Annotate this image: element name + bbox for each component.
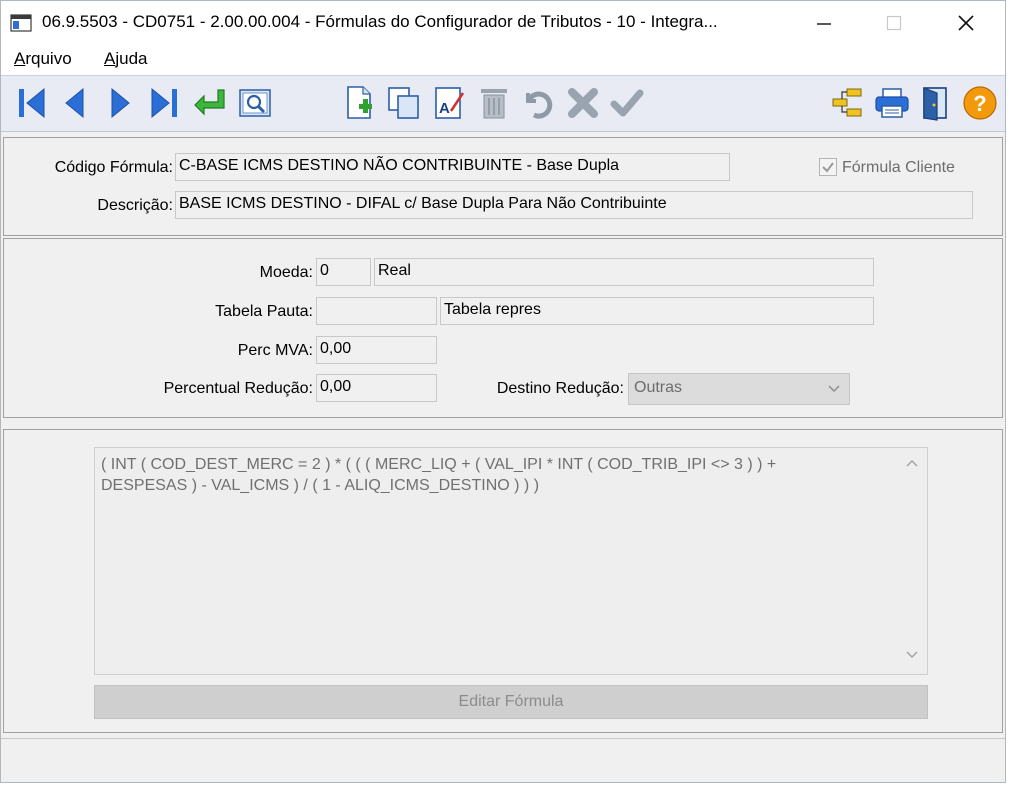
cancel-icon[interactable] (564, 84, 602, 122)
svg-text:A: A (439, 100, 450, 117)
chevron-down-icon (827, 381, 841, 400)
window-title: 06.9.5503 - CD0751 - 2.00.00.004 - Fórmu… (42, 12, 718, 31)
confirm-icon[interactable] (608, 84, 646, 122)
goto-icon[interactable] (191, 84, 229, 122)
tabela-pauta-name-field: Tabela repres (440, 297, 874, 325)
percentual-reducao-field[interactable]: 0,00 (316, 374, 437, 402)
perc-mva-label: Perc MVA: (237, 342, 313, 359)
app-window-icon (10, 14, 32, 32)
zoom-icon[interactable] (236, 84, 274, 122)
title-bar[interactable]: 06.9.5503 - CD0751 - 2.00.00.004 - Fórmu… (1, 1, 1005, 45)
new-icon[interactable] (341, 84, 379, 122)
modify-icon[interactable]: A (431, 84, 469, 122)
formula-text: ( INT ( COD_DEST_MERC = 2 ) * ( ( ( MERC… (101, 456, 777, 494)
menu-bar: Arquivo Ajuda (1, 45, 1005, 75)
formula-cliente-label: Fórmula Cliente (842, 159, 955, 176)
params-panel: Moeda: 0 Real Tabela Pauta: Tabela repre… (3, 238, 1003, 418)
formula-panel: ( INT ( COD_DEST_MERC = 2 ) * ( ( ( MERC… (3, 429, 1003, 733)
codigo-formula-field[interactable]: C-BASE ICMS DESTINO NÃO CONTRIBUINTE - B… (175, 153, 730, 181)
maximize-button[interactable] (865, 1, 923, 45)
codigo-formula-label: Código Fórmula: (54, 159, 173, 176)
main-window: 06.9.5503 - CD0751 - 2.00.00.004 - Fórmu… (0, 0, 1006, 783)
exit-icon[interactable] (917, 84, 955, 122)
moeda-code-field[interactable]: 0 (316, 258, 371, 286)
last-record-icon[interactable] (145, 84, 183, 122)
moeda-label: Moeda: (259, 264, 313, 281)
copy-icon[interactable] (385, 84, 423, 122)
toolbar: A ? (1, 75, 1005, 132)
next-record-icon[interactable] (102, 84, 140, 122)
tabela-pauta-code-field[interactable] (316, 297, 437, 325)
help-icon[interactable]: ? (961, 84, 999, 122)
tree-icon[interactable] (829, 84, 867, 122)
scroll-up-icon[interactable] (905, 456, 919, 474)
svg-text:?: ? (973, 91, 986, 116)
destino-reducao-value: Outras (634, 379, 683, 396)
status-bar (1, 738, 1005, 782)
tabela-pauta-label: Tabela Pauta: (215, 303, 313, 320)
minimize-button[interactable] (795, 1, 853, 45)
descricao-label: Descrição: (97, 197, 173, 214)
header-panel: Código Fórmula: C-BASE ICMS DESTINO NÃO … (3, 137, 1003, 236)
delete-icon[interactable] (475, 84, 513, 122)
descricao-field[interactable]: BASE ICMS DESTINO - DIFAL c/ Base Dupla … (175, 191, 973, 219)
print-icon[interactable] (873, 84, 911, 122)
close-button[interactable] (937, 1, 995, 45)
menu-arquivo[interactable]: Arquivo (14, 49, 72, 69)
editar-formula-button[interactable]: Editar Fórmula (94, 685, 928, 719)
previous-record-icon[interactable] (55, 84, 93, 122)
formula-textarea[interactable]: ( INT ( COD_DEST_MERC = 2 ) * ( ( ( MERC… (94, 447, 928, 675)
percentual-reducao-label: Percentual Redução: (163, 380, 313, 397)
perc-mva-field[interactable]: 0,00 (316, 336, 437, 364)
undo-icon[interactable] (519, 84, 557, 122)
destino-reducao-select[interactable]: Outras (628, 373, 850, 405)
menu-ajuda[interactable]: Ajuda (104, 49, 147, 69)
formula-cliente-checkbox[interactable] (819, 158, 837, 176)
scroll-down-icon[interactable] (905, 648, 919, 666)
first-record-icon[interactable] (13, 84, 51, 122)
destino-reducao-label: Destino Redução: (496, 380, 624, 397)
moeda-name-field: Real (374, 258, 874, 286)
